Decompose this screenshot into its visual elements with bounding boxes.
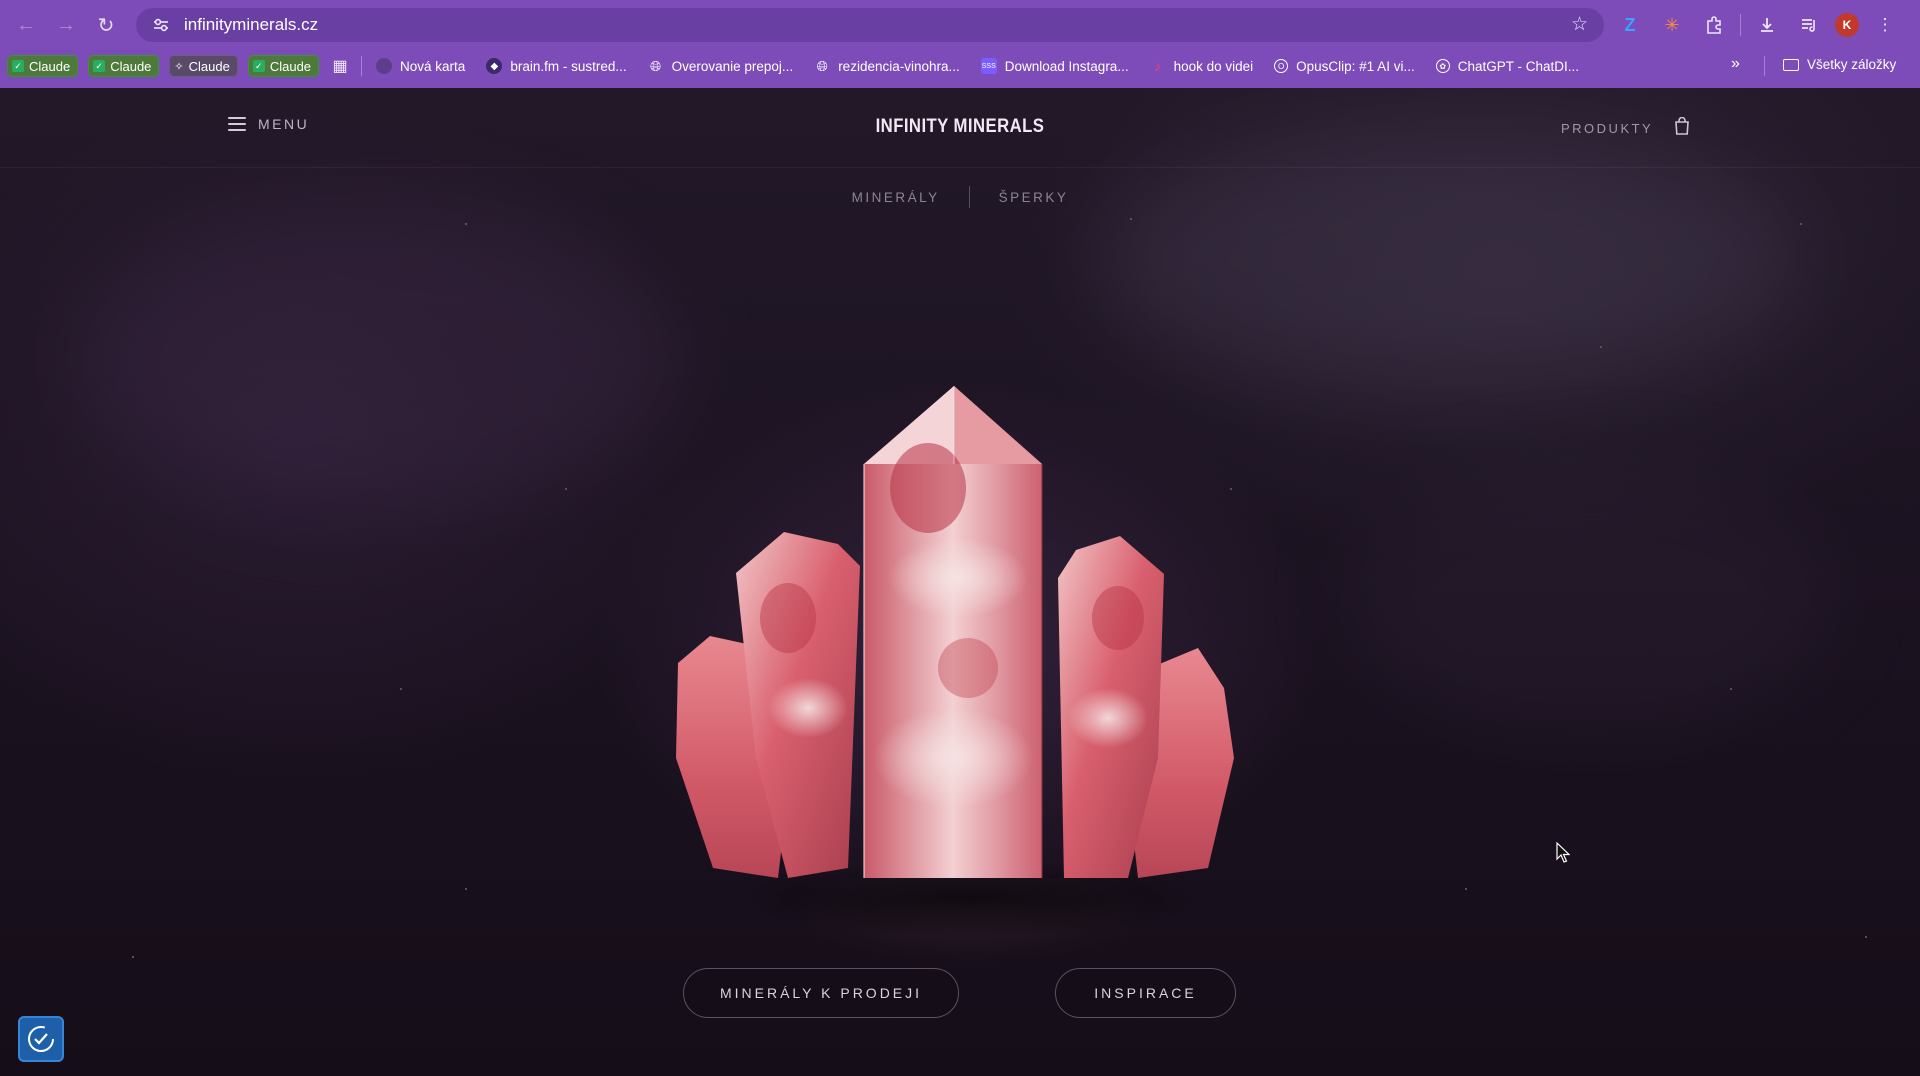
tab-group-label: Claude [110,58,152,74]
sparkle-dot [1465,888,1467,890]
nav-link-minerals[interactable]: MINERÁLY [852,190,940,205]
bookmark-item[interactable]: O OpusClip: #1 AI vi... [1274,59,1415,74]
bookmark-label: brain.fm - sustred... [510,58,627,74]
globe-icon: 🌐︎ [650,57,662,74]
sparkle-icon: ✧ [174,60,184,73]
chatgpt-icon: ✿ [1435,59,1450,73]
apps-grid-icon[interactable]: ▦ [329,55,351,77]
tab-group-claude-2[interactable]: ✓ Claude [88,55,160,77]
sparkle-dot [400,688,402,690]
bookmark-item[interactable]: ♪ hook do videi [1150,58,1254,74]
tab-group-label: Claude [29,58,71,74]
web-page: MENU INFINITY MINERALS PRODUKTY MINERÁLY… [0,88,1920,1076]
profile-avatar[interactable]: K [1835,13,1859,37]
download-icon[interactable] [1751,9,1783,41]
check-icon: ✓ [12,60,24,72]
url-text: infinityminerals.cz [184,15,319,34]
site-info-icon[interactable] [150,14,172,36]
shopping-bag-icon[interactable] [1674,117,1690,135]
smoke-texture [1350,468,1830,728]
reload-icon[interactable]: ↻ [86,5,126,45]
browser-chrome: ← → ↻ infinityminerals.cz ☆ Z ✳ K ⋮ ✓ Cl… [0,0,1920,88]
tab-group-label: Claude [188,58,230,74]
instagram-downloader-icon: SSS [980,58,997,74]
products-link[interactable]: PRODUKTY [1561,121,1653,136]
bookmark-label: hook do videi [1173,58,1254,74]
all-bookmarks-label: Všetky záložky [1807,57,1897,72]
globe-icon: 🌐︎ [816,57,828,74]
media-control-icon[interactable] [1793,9,1825,41]
nav-link-jewelry[interactable]: ŠPERKY [999,190,1069,205]
bookmarks-bar: ✓ Claude ✓ Claude ✧ Claude ✓ Claude ▦ Nová k… [0,50,1920,82]
browser-toolbar: ← → ↻ infinityminerals.cz ☆ Z ✳ K ⋮ [0,0,1920,50]
bookmark-label: Overovanie prepoj... [671,58,794,74]
check-icon: ✓ [93,60,106,72]
more-bookmarks-icon[interactable]: » [1731,55,1740,73]
tab-group-claude-3[interactable]: ✧ Claude [169,55,238,77]
folder-icon [1783,58,1799,71]
bookmark-item[interactable]: 🌐︎ rezidencia-vinohra... [814,58,960,74]
sparkle-dot [465,223,467,225]
bookmark-label: Nová karta [400,58,466,74]
category-nav: MINERÁLY ŠPERKY [0,186,1920,208]
mouse-cursor-icon [1556,842,1570,863]
bookmark-star-icon[interactable]: ☆ [1571,13,1588,36]
brainfm-icon: ◆ [486,58,503,74]
bookmark-item[interactable]: ✿ ChatGPT - ChatDI... [1435,58,1579,74]
bookmark-item[interactable]: SSS Download Instagra... [980,58,1129,74]
nav-divider [968,186,970,208]
sparkle-dot [565,488,567,490]
extensions-area: Z ✳ K ⋮ [1614,6,1901,44]
tab-group-label: Claude [269,58,312,74]
toolbar-divider [1740,14,1741,36]
forward-icon[interactable]: → [46,5,86,45]
sparkle-dot [465,888,467,890]
bookmarks-divider [1764,56,1765,76]
tab-group-claude-1[interactable]: ✓ Claude [7,55,79,77]
tab-group-claude-4[interactable]: ✓ Claude [247,55,320,77]
all-bookmarks-button[interactable]: Všetky záložky [1783,57,1896,72]
site-header: MENU INFINITY MINERALS PRODUKTY [0,88,1920,168]
extensions-puzzle-icon[interactable] [1698,9,1730,41]
sparkle-dot [132,956,134,958]
tiktok-icon: ♪ [1154,58,1162,74]
bookmarks-divider [361,56,363,76]
minerals-for-sale-button[interactable]: MINERÁLY K PRODEJI [683,968,959,1018]
bookmark-label: Download Instagra... [1004,58,1129,74]
z-extension-icon[interactable]: Z [1614,9,1646,41]
bookmark-item[interactable]: Nová karta [376,58,465,74]
smoke-texture [80,208,680,508]
bookmark-label: ChatGPT - ChatDI... [1457,58,1579,74]
browser-menu-icon[interactable]: ⋮ [1869,9,1901,41]
new-tab-icon [376,58,393,74]
opusclip-icon: O [1274,59,1289,73]
bookmark-label: OpusClip: #1 AI vi... [1296,58,1415,74]
sparkle-dot [1600,346,1602,348]
inspiration-button[interactable]: INSPIRACE [1055,968,1236,1018]
bookmark-item[interactable]: ◆ brain.fm - sustred... [486,58,627,74]
sparkle-dot [1800,223,1802,225]
back-icon[interactable]: ← [6,5,46,45]
accessibility-widget-icon[interactable] [18,1016,64,1062]
bookmark-item[interactable]: 🌐︎ Overovanie prepoj... [648,57,794,74]
bookmark-label: rezidencia-vinohra... [838,58,960,74]
sparkle-dot [1865,936,1867,938]
sparkle-dot [1130,218,1132,220]
claude-extension-icon[interactable]: ✳ [1656,9,1688,41]
check-icon: ✓ [252,60,265,72]
address-bar[interactable]: infinityminerals.cz ☆ [136,8,1604,42]
sparkle-dot [1730,688,1732,690]
crystal-hero-image [676,386,1234,878]
site-logo[interactable]: INFINITY MINERALS [115,116,1805,138]
